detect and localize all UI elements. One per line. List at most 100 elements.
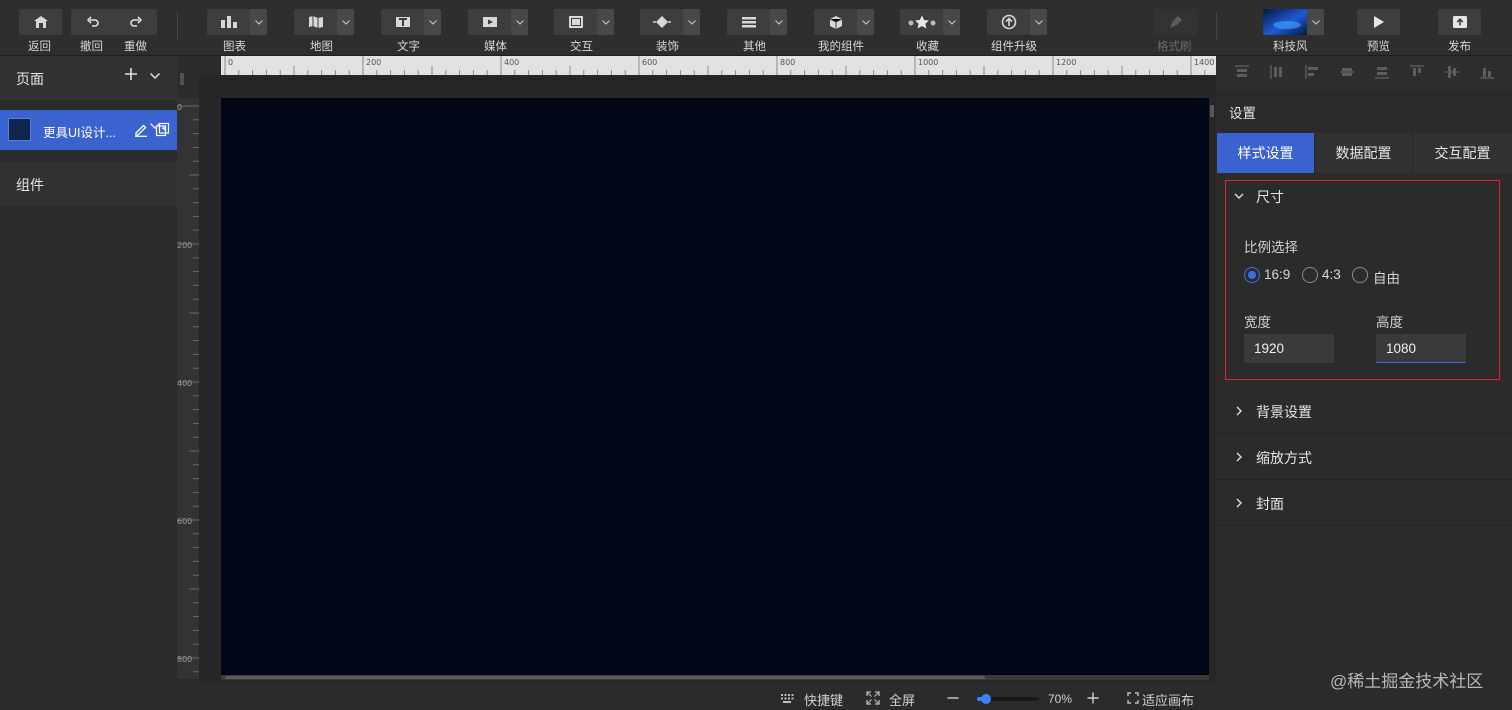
- zoom-out-icon[interactable]: [946, 691, 960, 705]
- preview-button[interactable]: 预览: [1357, 9, 1400, 53]
- chevron-right-icon: [1233, 405, 1245, 417]
- fullscreen-button[interactable]: 全屏: [889, 690, 915, 709]
- interaction-menu-button[interactable]: 交互: [554, 9, 614, 53]
- ratio-option-label[interactable]: 自由: [1373, 267, 1400, 287]
- format-brush-button[interactable]: 格式刷: [1154, 9, 1197, 53]
- panel-resize-handle[interactable]: [1210, 104, 1214, 118]
- chevron-down-icon[interactable]: [683, 9, 700, 35]
- ruler-label: 600: [177, 517, 192, 526]
- left-panel: 页面 更具UI设计... 组件: [0, 56, 177, 710]
- ratio-option-label[interactable]: 16:9: [1264, 267, 1290, 282]
- fit-canvas-icon[interactable]: [1126, 691, 1140, 705]
- ruler-label: 1000: [918, 58, 938, 67]
- star-icon: [900, 9, 943, 35]
- chevron-down-icon[interactable]: [148, 69, 162, 83]
- zoom-value: 70%: [1048, 692, 1073, 706]
- chevron-down-icon[interactable]: [597, 9, 614, 35]
- undo-button[interactable]: 撤回: [71, 9, 115, 53]
- tab-data-config[interactable]: 数据配置: [1315, 133, 1412, 173]
- list-icon: [727, 9, 770, 35]
- decoration-menu-button[interactable]: 装饰: [640, 9, 700, 53]
- ratio-radio-free[interactable]: [1352, 267, 1368, 283]
- align-left-icon[interactable]: [1269, 64, 1285, 80]
- chart-label: 图表: [223, 41, 246, 53]
- page-name: 更具UI设计...: [43, 126, 116, 140]
- align-bottom-icon[interactable]: [1374, 64, 1390, 80]
- settings-title: 设置: [1229, 106, 1256, 121]
- ratio-radio-4-3[interactable]: [1302, 267, 1318, 283]
- align-top-bars-icon[interactable]: [1409, 64, 1425, 80]
- edit-icon[interactable]: [134, 123, 148, 137]
- design-canvas[interactable]: [221, 98, 1209, 675]
- components-header[interactable]: 组件: [0, 162, 177, 206]
- align-bottom-bars-icon[interactable]: [1479, 64, 1495, 80]
- back-button[interactable]: 返回: [19, 9, 62, 53]
- play-icon: [1357, 9, 1400, 35]
- ruler-label: 0: [177, 103, 182, 112]
- ruler-label: 400: [177, 379, 192, 388]
- keyboard-icon[interactable]: [780, 691, 794, 705]
- width-input[interactable]: [1244, 334, 1334, 363]
- add-page-icon[interactable]: [122, 65, 140, 83]
- redo-label: 重做: [124, 41, 147, 53]
- redo-button[interactable]: 重做: [115, 9, 157, 53]
- chevron-down-icon[interactable]: [424, 9, 441, 35]
- align-center-vertical-icon[interactable]: [1339, 64, 1355, 80]
- chevron-down-icon[interactable]: [1307, 9, 1324, 35]
- ruler-label: 800: [177, 655, 192, 664]
- publish-button[interactable]: 发布: [1438, 9, 1481, 53]
- align-toolbar: [1216, 56, 1512, 90]
- favorites-menu-button[interactable]: 收藏: [900, 9, 960, 53]
- chart-menu-button[interactable]: 图表: [207, 9, 267, 53]
- chevron-down-icon[interactable]: [943, 9, 960, 35]
- other-menu-button[interactable]: 其他: [727, 9, 787, 53]
- my-components-menu-button[interactable]: 我的组件: [814, 9, 874, 53]
- theme-select[interactable]: 科技风: [1263, 9, 1324, 53]
- map-menu-button[interactable]: 地图: [294, 9, 354, 53]
- panel-resize-handle[interactable]: [180, 72, 184, 86]
- chevron-down-icon[interactable]: [770, 9, 787, 35]
- cover-title[interactable]: 封面: [1256, 494, 1284, 514]
- align-horizontal-left-icon[interactable]: [1304, 64, 1320, 80]
- ratio-radio-16-9[interactable]: [1244, 267, 1260, 283]
- scrollbar-thumb[interactable]: [225, 676, 985, 679]
- chevron-down-icon[interactable]: [511, 9, 528, 35]
- shortcuts-button[interactable]: 快捷键: [804, 690, 843, 709]
- diamond-icon: [640, 9, 683, 35]
- upload-icon: [1438, 9, 1481, 35]
- chevron-down-icon[interactable]: [1030, 9, 1047, 35]
- chevron-down-icon[interactable]: [148, 119, 162, 133]
- ruler-label: 1400: [1194, 58, 1214, 67]
- preview-label: 预览: [1367, 41, 1390, 53]
- top-ruler-ticks: 0 200 400 600 800 1000 1200 1400: [224, 56, 1214, 75]
- chevron-down-icon[interactable]: [1233, 190, 1245, 202]
- chevron-down-icon[interactable]: [337, 9, 354, 35]
- upgrade-menu-button[interactable]: 组件升级: [987, 9, 1047, 53]
- page-thumbnail: [8, 118, 31, 141]
- zoom-in-icon[interactable]: [1086, 691, 1100, 705]
- toolbar-divider: [177, 12, 178, 40]
- text-menu-button[interactable]: 文字: [381, 9, 441, 53]
- chevron-down-icon[interactable]: [857, 9, 874, 35]
- background-settings-title[interactable]: 背景设置: [1256, 402, 1312, 422]
- toolbar-divider: [1216, 12, 1217, 40]
- align-middle-bars-icon[interactable]: [1444, 64, 1460, 80]
- tab-interaction-config[interactable]: 交互配置: [1413, 133, 1512, 173]
- map-label: 地图: [310, 41, 333, 53]
- media-menu-button[interactable]: 媒体: [468, 9, 528, 53]
- top-ruler: 0 200 400 600 800 1000 1200 1400: [221, 56, 1216, 75]
- height-input[interactable]: [1376, 334, 1466, 363]
- height-label: 高度: [1376, 315, 1403, 330]
- ruler-label: 1200: [1056, 58, 1076, 67]
- cube-icon: [814, 9, 857, 35]
- tab-style-settings[interactable]: 样式设置: [1217, 133, 1314, 173]
- size-section-title[interactable]: 尺寸: [1256, 187, 1284, 207]
- map-icon: [294, 9, 337, 35]
- fullscreen-icon[interactable]: [866, 691, 880, 705]
- align-top-icon[interactable]: [1234, 64, 1250, 80]
- chevron-down-icon[interactable]: [250, 9, 267, 35]
- scale-mode-title[interactable]: 缩放方式: [1256, 448, 1312, 468]
- ratio-option-label[interactable]: 4:3: [1322, 267, 1341, 282]
- left-ruler: 0 200 400 600 800: [177, 98, 199, 679]
- fit-canvas-button[interactable]: 适应画布: [1142, 690, 1194, 709]
